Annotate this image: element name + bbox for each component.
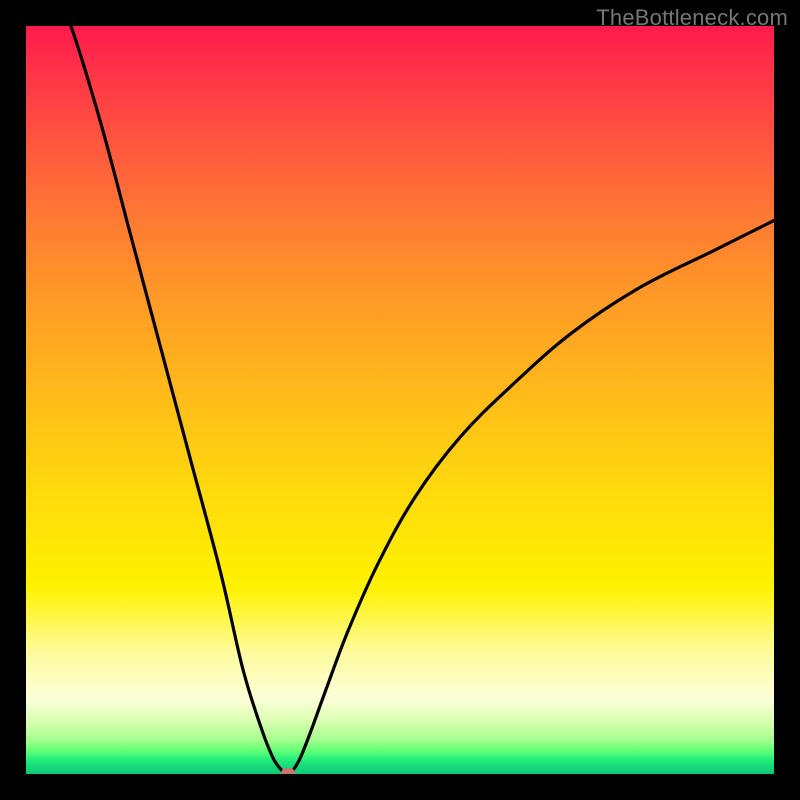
- chart-frame: [26, 26, 774, 774]
- bottleneck-curve: [26, 26, 774, 774]
- optimum-marker: [281, 768, 295, 774]
